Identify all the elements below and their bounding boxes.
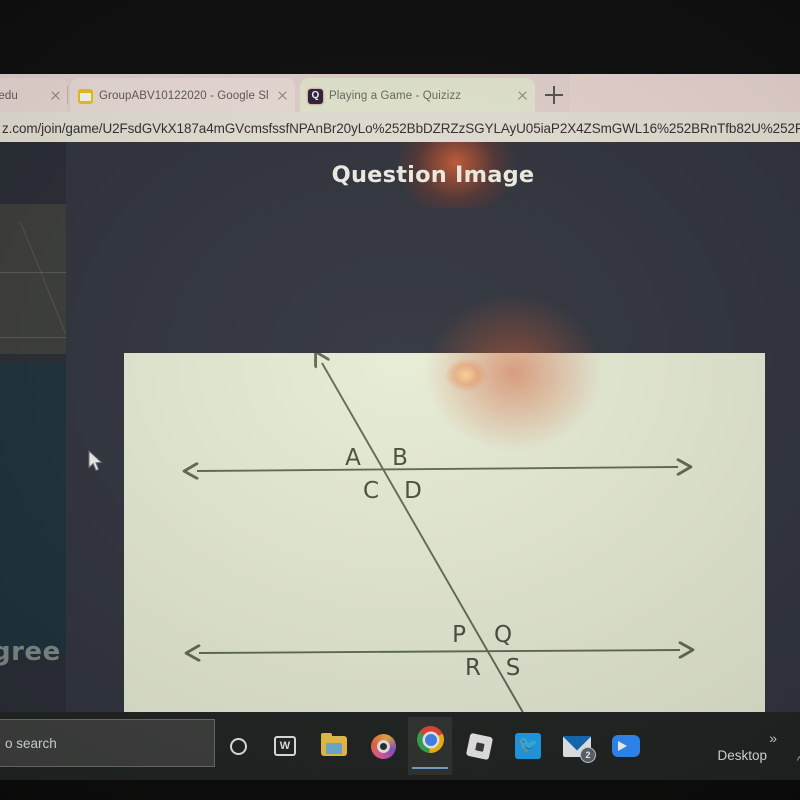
new-tab-button[interactable]: [545, 86, 563, 104]
upper-parallel-line: [197, 467, 678, 471]
itunes-icon[interactable]: [363, 726, 403, 766]
quiz-page: gree Question Image A B C D P Q R S: [0, 142, 800, 712]
wattpad-icon[interactable]: W: [265, 726, 305, 766]
tab-title: ocedu: [0, 90, 18, 102]
tab-title: GroupABV10122020 - Google Sl: [99, 90, 269, 102]
zoom-icon[interactable]: [606, 726, 646, 766]
browser-tab-strip: ocedu GroupABV10122020 - Google Sl Q Pla…: [0, 74, 800, 114]
photographed-screen: ocedu GroupABV10122020 - Google Sl Q Pla…: [0, 0, 800, 800]
close-icon[interactable]: [516, 89, 529, 102]
geometry-diagram: A B C D P Q R S: [124, 353, 765, 712]
wattpad-letter: W: [279, 739, 291, 752]
desktop-button[interactable]: Desktop: [717, 748, 767, 763]
google-sheets-icon: [78, 88, 93, 104]
mail-badge: 2: [580, 746, 596, 763]
diagram-label-D: D: [404, 478, 422, 504]
tab-strip-empty-area: [570, 74, 800, 114]
tab-divider: [67, 86, 68, 104]
browser-tab-1[interactable]: ocedu: [0, 78, 68, 114]
twitter-icon[interactable]: 🐦: [508, 726, 548, 766]
diagram-label-Q: Q: [494, 622, 512, 648]
roblox-icon[interactable]: [459, 726, 499, 766]
diagram-label-B: B: [392, 445, 408, 471]
quizizz-icon: Q: [308, 88, 323, 104]
tab-title: Playing a Game - Quizizz: [329, 90, 462, 102]
close-icon[interactable]: [49, 89, 62, 102]
mail-icon[interactable]: 2: [557, 726, 597, 766]
address-bar[interactable]: z.com/join/game/U2FsdGVkX187a4mGVcmsfssf…: [0, 112, 800, 142]
modal-header: Question Image: [66, 142, 800, 208]
file-explorer-icon[interactable]: [314, 726, 354, 766]
diagram-label-P: P: [452, 622, 466, 648]
question-image: A B C D P Q R S: [124, 293, 765, 712]
diagram-label-R: R: [465, 655, 481, 681]
windows-taskbar: o search W 🐦 2 » Desktop ^: [0, 712, 800, 780]
chrome-icon[interactable]: [408, 717, 452, 775]
diagram-label-S: S: [506, 655, 521, 681]
browser-tab-3[interactable]: Q Playing a Game - Quizizz: [300, 78, 535, 114]
browser-tab-2[interactable]: GroupABV10122020 - Google Sl: [70, 78, 295, 114]
search-placeholder: o search: [5, 735, 57, 751]
url-text: z.com/join/game/U2FsdGVkX187a4mGVcmsfssf…: [2, 120, 800, 136]
modal-title: Question Image: [331, 162, 535, 188]
screen-bezel-bottom: [0, 780, 800, 800]
search-input[interactable]: o search: [0, 719, 215, 767]
tray-overflow-icon[interactable]: »: [769, 730, 777, 746]
screen-bezel-top: [0, 0, 800, 76]
cortana-icon[interactable]: [218, 726, 258, 766]
close-icon[interactable]: [276, 89, 289, 102]
diagram-label-C: C: [363, 478, 379, 504]
diagram-label-A: A: [345, 445, 361, 471]
active-app-indicator: [412, 766, 448, 769]
mouse-cursor: [88, 450, 103, 472]
lower-parallel-line: [199, 650, 680, 653]
